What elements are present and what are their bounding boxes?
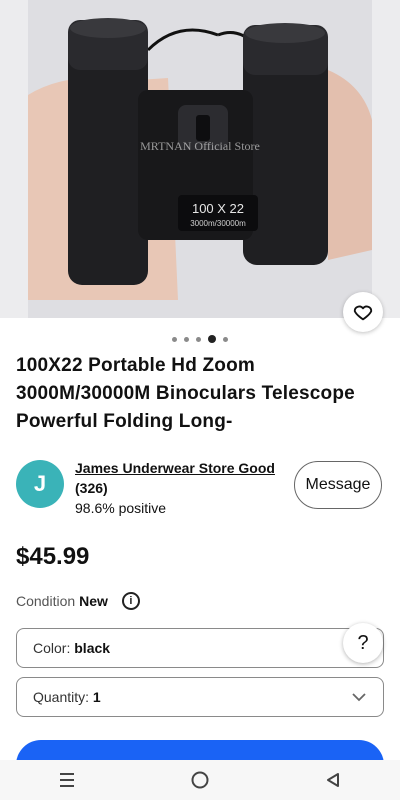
info-icon[interactable]: i [121, 592, 140, 610]
seller-feedback-count: (326) [75, 480, 108, 496]
svg-text:3000m/30000m: 3000m/30000m [190, 219, 246, 228]
product-title: 100X22 Portable Hd Zoom 3000M/30000M Bin… [16, 355, 355, 432]
store-watermark: MRTNAN Official Store [140, 139, 260, 153]
price: $45.99 [16, 543, 90, 570]
favorite-button[interactable] [343, 292, 383, 332]
seller-name-link[interactable]: James Underwear Store Good [75, 458, 295, 478]
heart-icon [353, 305, 373, 321]
condition-value: New [79, 593, 108, 609]
message-button[interactable]: Message [294, 461, 382, 509]
nav-recent-apps[interactable] [47, 760, 87, 800]
color-label: Color: [33, 640, 71, 656]
seller-positive-rating: 98.6% positive [75, 500, 167, 516]
condition-label: Condition [16, 593, 76, 609]
quantity-select[interactable]: Quantity: 1 [16, 677, 384, 717]
product-photo: 100 X 22 3000m/30000m MRTNAN Official St… [28, 0, 372, 318]
seller-avatar[interactable]: J [16, 460, 64, 508]
home-circle-icon [191, 771, 209, 789]
seller-info: James Underwear Store Good (326) 98.6% p… [75, 458, 295, 518]
back-triangle-icon [327, 773, 340, 787]
quantity-value: 1 [92, 689, 101, 705]
carousel-dot-active[interactable] [208, 335, 216, 343]
carousel-dot[interactable] [184, 336, 189, 342]
condition-row: Condition New i [16, 592, 140, 610]
color-select[interactable]: Color: black [16, 628, 384, 668]
product-image-carousel[interactable]: 100 X 22 3000m/30000m MRTNAN Official St… [0, 0, 400, 318]
color-value: black [74, 640, 111, 656]
nav-back[interactable] [313, 760, 353, 800]
system-nav-bar [0, 760, 400, 800]
quantity-label: Quantity: [33, 689, 90, 705]
carousel-dot[interactable] [196, 336, 201, 342]
menu-icon [59, 773, 74, 787]
carousel-indicator [0, 335, 400, 343]
carousel-dot[interactable] [172, 336, 177, 342]
carousel-dot[interactable] [223, 336, 228, 342]
help-button[interactable]: ? [343, 623, 383, 663]
nav-home[interactable] [180, 760, 220, 800]
svg-text:100 X 22: 100 X 22 [192, 201, 244, 216]
chevron-down-icon [352, 693, 366, 702]
